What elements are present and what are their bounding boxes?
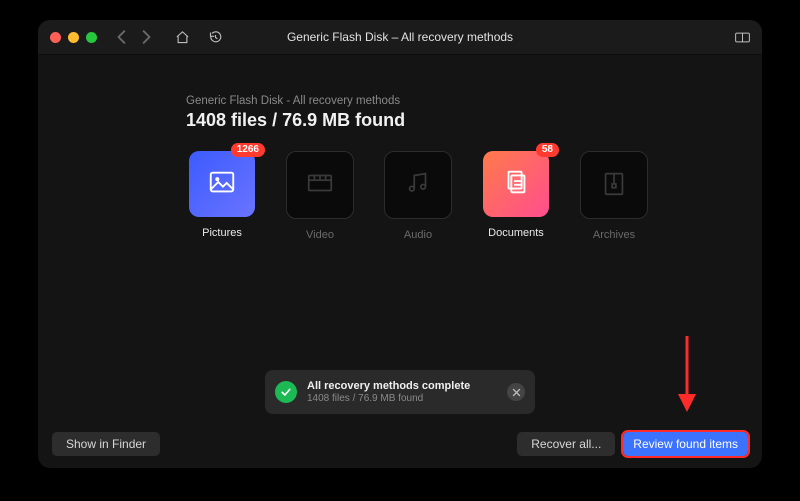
back-button[interactable]	[115, 30, 129, 44]
close-window-button[interactable]	[50, 32, 61, 43]
tile-audio[interactable]: Audio	[382, 151, 454, 241]
forward-button[interactable]	[139, 30, 153, 44]
tile-video[interactable]: Video	[284, 151, 356, 241]
nav-back-forward	[115, 30, 153, 44]
review-found-items-button[interactable]: Review found items	[623, 432, 748, 456]
tile-documents-badge: 58	[536, 143, 559, 157]
recover-all-button[interactable]: Recover all...	[517, 432, 615, 456]
tile-documents-label: Documents	[488, 227, 544, 239]
maximize-window-button[interactable]	[86, 32, 97, 43]
tile-archives-label: Archives	[593, 229, 635, 241]
home-icon[interactable]	[175, 30, 190, 45]
annotation-arrow	[674, 334, 700, 414]
minimize-window-button[interactable]	[68, 32, 79, 43]
status-subtitle: 1408 files / 76.9 MB found	[307, 393, 507, 404]
dismiss-status-button[interactable]	[507, 383, 525, 401]
heading-subtitle: Generic Flash Disk - All recovery method…	[186, 95, 405, 107]
tile-archives[interactable]: Archives	[578, 151, 650, 241]
heading-block: Generic Flash Disk - All recovery method…	[186, 95, 405, 131]
audio-icon	[403, 168, 433, 203]
checkmark-icon	[275, 381, 297, 403]
tile-audio-label: Audio	[404, 229, 432, 241]
toolbar-icons	[175, 30, 223, 45]
footer-bar: Show in Finder Recover all... Review fou…	[38, 432, 762, 456]
tile-archives-box[interactable]	[580, 151, 648, 219]
tile-video-label: Video	[306, 229, 334, 241]
image-icon	[207, 167, 237, 202]
status-text: All recovery methods complete 1408 files…	[307, 380, 507, 404]
document-icon	[501, 167, 531, 202]
tile-video-box[interactable]	[286, 151, 354, 219]
category-tiles: 1266 Pictures	[186, 151, 650, 241]
video-icon	[305, 168, 335, 203]
view-mode-icon[interactable]	[735, 30, 750, 45]
app-window: Generic Flash Disk – All recovery method…	[38, 20, 762, 468]
status-title: All recovery methods complete	[307, 380, 507, 392]
tile-audio-box[interactable]	[384, 151, 452, 219]
archive-icon	[599, 168, 629, 203]
window-controls	[50, 32, 97, 43]
tile-documents[interactable]: 58 Documents	[480, 151, 552, 241]
tile-documents-box[interactable]: 58	[483, 151, 549, 217]
show-in-finder-button[interactable]: Show in Finder	[52, 432, 160, 456]
content-area: Generic Flash Disk - All recovery method…	[38, 55, 762, 468]
tile-pictures[interactable]: 1266 Pictures	[186, 151, 258, 241]
heading-title: 1408 files / 76.9 MB found	[186, 110, 405, 131]
history-icon[interactable]	[208, 30, 223, 45]
titlebar: Generic Flash Disk – All recovery method…	[38, 20, 762, 55]
tile-pictures-label: Pictures	[202, 227, 242, 239]
tile-pictures-badge: 1266	[231, 143, 265, 157]
tile-pictures-box[interactable]: 1266	[189, 151, 255, 217]
status-toast: All recovery methods complete 1408 files…	[265, 370, 535, 414]
